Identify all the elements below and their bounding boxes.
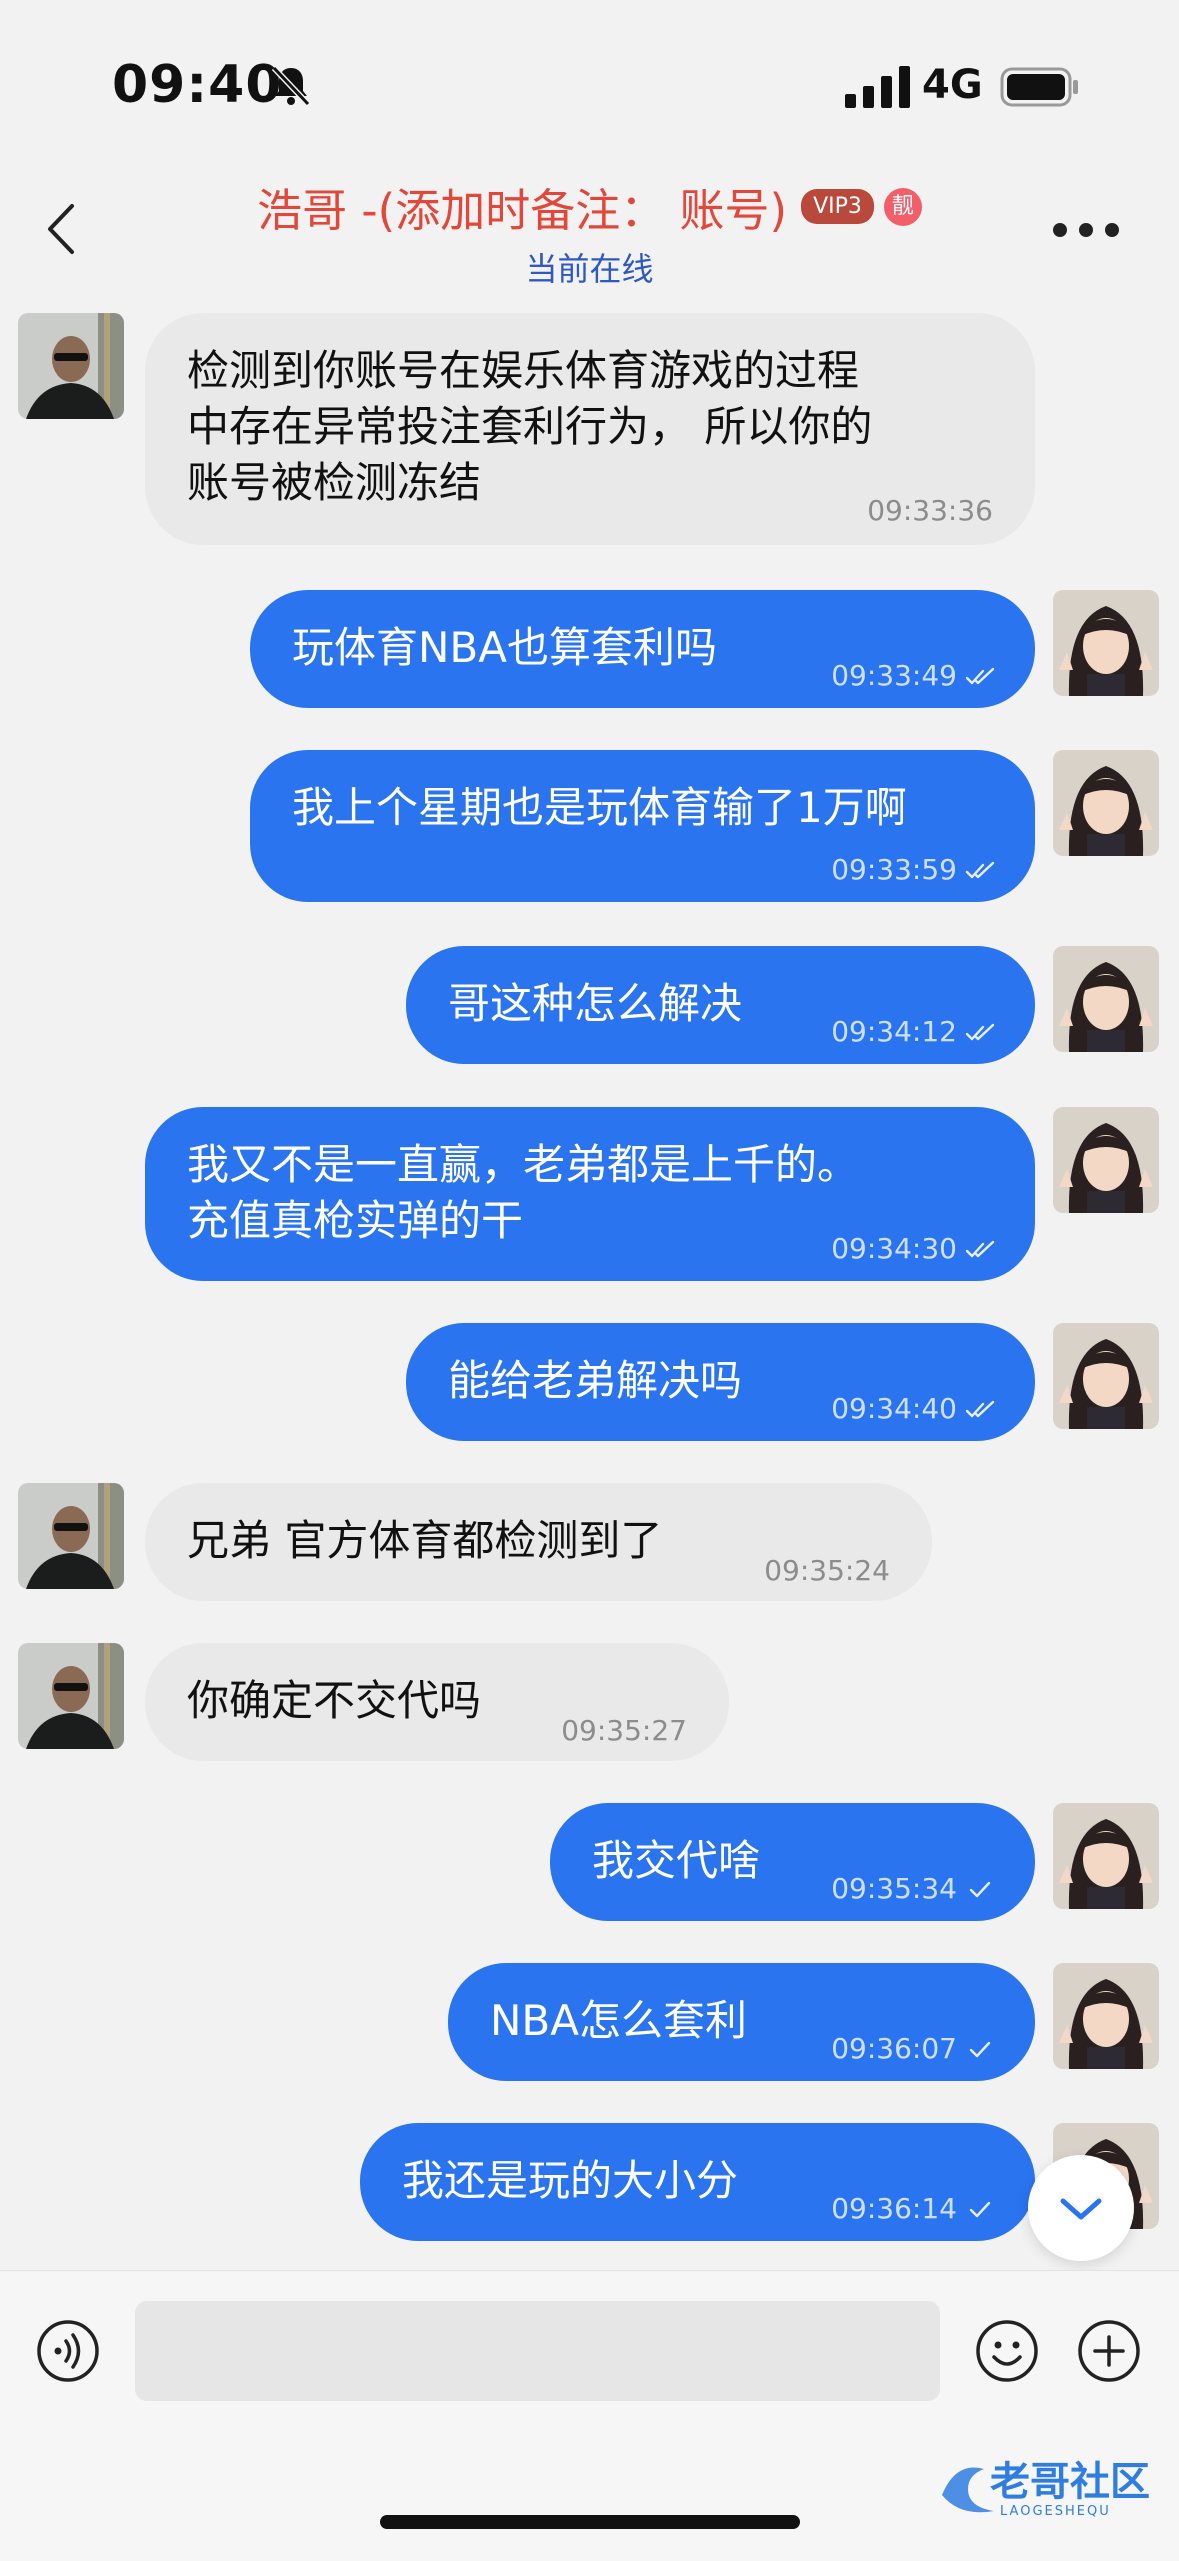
title-row: 浩哥 -(添加时备注： 账号) VIP3 靓 (0, 174, 1179, 239)
message-timestamp: 09:35:34 (831, 1872, 957, 1905)
message-timestamp: 09:36:14 (831, 2192, 957, 2225)
message-time: 09:35:27 (561, 1714, 687, 1747)
my-avatar[interactable] (1053, 1107, 1159, 1213)
message-timestamp: 09:36:07 (831, 2032, 957, 2065)
contact-name[interactable]: 浩哥 -(添加时备注： 账号) (257, 184, 787, 237)
incoming-message-bubble[interactable]: 检测到你账号在娱乐体育游戏的过程 中存在异常投注套利行为， 所以你的 账号被检测… (145, 313, 1035, 545)
my-avatar[interactable] (1053, 1323, 1159, 1429)
message-time: 09:35:34 (831, 1872, 995, 1905)
svg-text:老哥社区: 老哥社区 (990, 2459, 1150, 2505)
bell-muted-icon (271, 65, 311, 107)
network-type: 4G (922, 62, 983, 108)
more-options-icon[interactable] (1050, 220, 1122, 240)
contact-avatar[interactable] (18, 1483, 124, 1589)
message-timestamp: 09:33:59 (831, 853, 957, 886)
sent-check-icon (969, 1881, 991, 1898)
message-text: 兄弟 官方体育都检测到了 (187, 1516, 663, 1565)
outgoing-message-bubble[interactable]: 我还是玩的大小分 09:36:14 (360, 2123, 1035, 2241)
contact-avatar[interactable] (18, 313, 124, 419)
status-bar: 09:40 4G (0, 0, 1179, 160)
message-timestamp: 09:33:49 (831, 659, 957, 692)
sent-check-icon (969, 2201, 991, 2218)
message-timestamp: 09:35:27 (561, 1714, 687, 1747)
message-time: 09:36:14 (831, 2192, 995, 2225)
contact-avatar[interactable] (18, 1643, 124, 1749)
emoji-icon[interactable] (975, 2319, 1039, 2383)
message-timestamp: 09:34:40 (831, 1392, 957, 1425)
read-double-check-icon (965, 1240, 995, 1258)
message-text: 你确定不交代吗 (187, 1676, 482, 1725)
scroll-to-bottom-button[interactable] (1028, 2155, 1134, 2261)
voice-input-icon[interactable] (36, 2319, 100, 2383)
sent-check-icon (969, 2041, 991, 2058)
presence-status: 当前在线 (525, 250, 654, 288)
battery-icon (1000, 67, 1078, 107)
outgoing-message-bubble[interactable]: 我交代啥 09:35:34 (550, 1803, 1035, 1921)
message-text: NBA怎么套利 (490, 1996, 747, 2045)
my-avatar[interactable] (1053, 590, 1159, 696)
read-double-check-icon (965, 1400, 995, 1418)
my-avatar[interactable] (1053, 946, 1159, 1052)
message-text: 检测到你账号在娱乐体育游戏的过程 中存在异常投注套利行为， 所以你的 账号被检测… (187, 346, 873, 507)
message-time: 09:33:36 (867, 494, 993, 527)
plus-icon[interactable] (1077, 2319, 1141, 2383)
vip-badge: VIP3 (801, 189, 874, 224)
my-avatar[interactable] (1053, 1803, 1159, 1909)
status-time: 09:40 (112, 55, 283, 115)
message-text: 我还是玩的大小分 (402, 2156, 739, 2205)
message-time: 09:35:24 (764, 1554, 890, 1587)
message-text: 哥这种怎么解决 (448, 979, 743, 1028)
message-text: 我又不是一直赢，老弟都是上千的。 充值真枪实弹的干 (187, 1140, 860, 1245)
message-timestamp: 09:34:30 (831, 1232, 957, 1265)
message-text: 我上个星期也是玩体育输了1万啊 (292, 783, 907, 832)
outgoing-message-bubble[interactable]: 哥这种怎么解决 09:34:12 (406, 946, 1035, 1064)
outgoing-message-bubble[interactable]: 我又不是一直赢，老弟都是上千的。 充值真枪实弹的干 09:34:30 (145, 1107, 1035, 1281)
my-avatar[interactable] (1053, 750, 1159, 856)
liang-badge: 靓 (883, 187, 922, 226)
read-double-check-icon (965, 1023, 995, 1041)
message-time: 09:33:49 (831, 659, 995, 692)
outgoing-message-bubble[interactable]: NBA怎么套利 09:36:07 (448, 1963, 1035, 2081)
message-timestamp: 09:35:24 (764, 1554, 890, 1587)
message-time: 09:34:12 (831, 1015, 995, 1048)
message-time: 09:36:07 (831, 2032, 995, 2065)
incoming-message-bubble[interactable]: 你确定不交代吗 09:35:27 (145, 1643, 729, 1761)
outgoing-message-bubble[interactable]: 玩体育NBA也算套利吗 09:33:49 (250, 590, 1035, 708)
watermark-logo: 老哥社区 LAOGESHEQU (942, 2459, 1150, 2519)
read-double-check-icon (965, 861, 995, 879)
message-time: 09:33:59 (831, 853, 995, 886)
input-bar: 老哥社区 LAOGESHEQU (0, 2270, 1179, 2561)
outgoing-message-bubble[interactable]: 我上个星期也是玩体育输了1万啊 09:33:59 (250, 750, 1035, 902)
cellular-signal-icon (845, 66, 910, 108)
message-input[interactable] (135, 2301, 940, 2401)
home-indicator (380, 2515, 800, 2529)
outgoing-message-bubble[interactable]: 能给老弟解决吗 09:34:40 (406, 1323, 1035, 1441)
incoming-message-bubble[interactable]: 兄弟 官方体育都检测到了 09:35:24 (145, 1483, 932, 1601)
svg-text:LAOGESHEQU: LAOGESHEQU (1000, 2504, 1111, 2519)
message-timestamp: 09:33:36 (867, 494, 993, 527)
my-avatar[interactable] (1053, 1963, 1159, 2069)
message-text: 能给老弟解决吗 (448, 1356, 743, 1405)
chat-header: 浩哥 -(添加时备注： 账号) VIP3 靓 当前在线 (0, 160, 1179, 292)
message-timestamp: 09:34:12 (831, 1015, 957, 1048)
message-text: 我交代啥 (592, 1836, 761, 1885)
read-double-check-icon (965, 667, 995, 685)
message-time: 09:34:30 (831, 1232, 995, 1265)
chevron-down-icon (1060, 2198, 1102, 2220)
message-time: 09:34:40 (831, 1392, 995, 1425)
message-text: 玩体育NBA也算套利吗 (292, 623, 717, 672)
